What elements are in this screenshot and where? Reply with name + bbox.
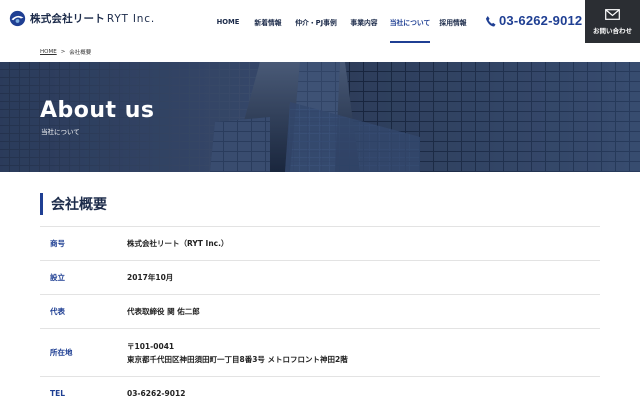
row-value: 代表取締役 関 佑二郎 (127, 305, 200, 318)
row-value: 03-6262-9012 (127, 387, 185, 400)
nav-item-recruit[interactable]: 採用情報 (436, 0, 470, 43)
table-row: TEL 03-6262-9012 (40, 376, 600, 400)
logo-name: 株式会社リート (30, 13, 105, 25)
nav-item-business[interactable]: 事業内容 (345, 0, 383, 43)
header-phone[interactable]: 03-6262-9012 (485, 13, 582, 28)
row-value-line: 株式会社リート（RYT Inc.） (127, 239, 229, 248)
contact-button[interactable]: お問い合わせ (585, 0, 640, 43)
table-row: 代表 代表取締役 関 佑二郎 (40, 294, 600, 328)
logo-text: 株式会社リート RYT Inc. (30, 11, 155, 26)
row-value-line: 03-6262-9012 (127, 389, 186, 398)
row-label: 設立 (50, 273, 65, 282)
logo-en: RYT Inc. (106, 13, 155, 25)
row-label: TEL (50, 389, 66, 398)
row-label: 商号 (50, 239, 65, 248)
breadcrumb-separator: > (60, 49, 66, 55)
table-row: 商号 株式会社リート（RYT Inc.） (40, 226, 600, 260)
row-value-line: 東京都千代田区神田須田町一丁目8番3号 メトロフロント神田2階 (127, 354, 348, 364)
table-row: 所在地 〒101-0041 東京都千代田区神田須田町一丁目8番3号 メトロフロン… (40, 328, 600, 376)
nav-item-home[interactable]: HOME (212, 0, 244, 43)
logo-mark-icon (9, 10, 26, 27)
row-value-line: 〒101-0041 (127, 341, 175, 351)
hero-title: About us (40, 98, 155, 123)
site-logo[interactable]: 株式会社リート RYT Inc. (9, 10, 155, 27)
site-header: 株式会社リート RYT Inc. HOME 新着情報 仲介・PJ事例 事業内容 当… (0, 0, 640, 43)
global-nav: HOME 新着情報 仲介・PJ事例 事業内容 当社について 採用情報 (212, 0, 470, 43)
row-value: 株式会社リート（RYT Inc.） (127, 237, 228, 250)
hero-banner: About us 当社について (0, 62, 640, 172)
table-row: 設立 2017年10月 (40, 260, 600, 294)
row-value-line: 2017年10月 (127, 273, 174, 282)
phone-icon (485, 15, 496, 26)
nav-item-news[interactable]: 新着情報 (248, 0, 288, 43)
row-label: 所在地 (50, 348, 73, 357)
contact-button-label: お問い合わせ (593, 26, 632, 35)
hero-subtitle: 当社について (41, 128, 80, 136)
nav-item-about[interactable]: 当社について (390, 0, 430, 43)
row-value: 2017年10月 (127, 271, 173, 284)
row-value: 〒101-0041 東京都千代田区神田須田町一丁目8番3号 メトロフロント神田2… (127, 340, 348, 366)
breadcrumb: HOME > 会社概要 (40, 48, 91, 56)
breadcrumb-current: 会社概要 (69, 50, 92, 56)
phone-number: 03-6262-9012 (499, 13, 583, 28)
row-value-line: 代表取締役 関 佑二郎 (127, 307, 200, 316)
nav-item-cases[interactable]: 仲介・PJ事例 (290, 0, 342, 43)
row-label: 代表 (50, 307, 65, 316)
company-info-table: 商号 株式会社リート（RYT Inc.） 設立 2017年10月 代表 代表取締… (40, 226, 600, 400)
mail-icon (605, 8, 620, 20)
breadcrumb-home[interactable]: HOME (40, 49, 57, 55)
section-title: 会社概要 (40, 193, 107, 215)
